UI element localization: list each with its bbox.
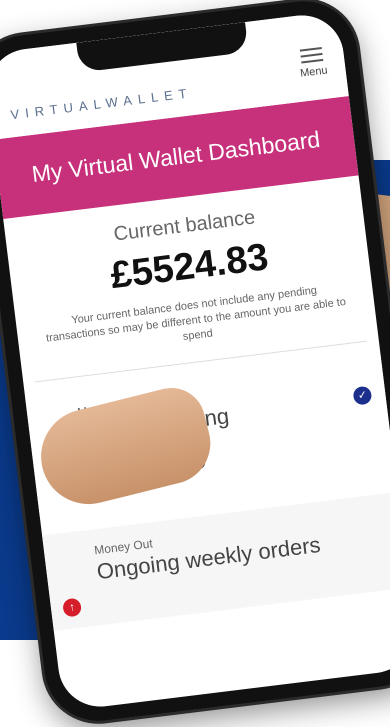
arrow-up-icon: ↑ [62, 597, 83, 618]
app-logo: VIRTUALWALLET [9, 85, 194, 123]
hamburger-icon [297, 46, 326, 64]
menu-label: Menu [299, 64, 329, 80]
check-icon: ✓ [352, 385, 373, 406]
phone: VIRTUALWALLET Menu My Virtual Wallet Das… [0, 0, 390, 727]
phone-screen: VIRTUALWALLET Menu My Virtual Wallet Das… [0, 10, 390, 712]
money-out-card[interactable]: ↑ Money Out Ongoing weekly orders [42, 492, 390, 631]
menu-button[interactable]: Menu [297, 43, 328, 80]
